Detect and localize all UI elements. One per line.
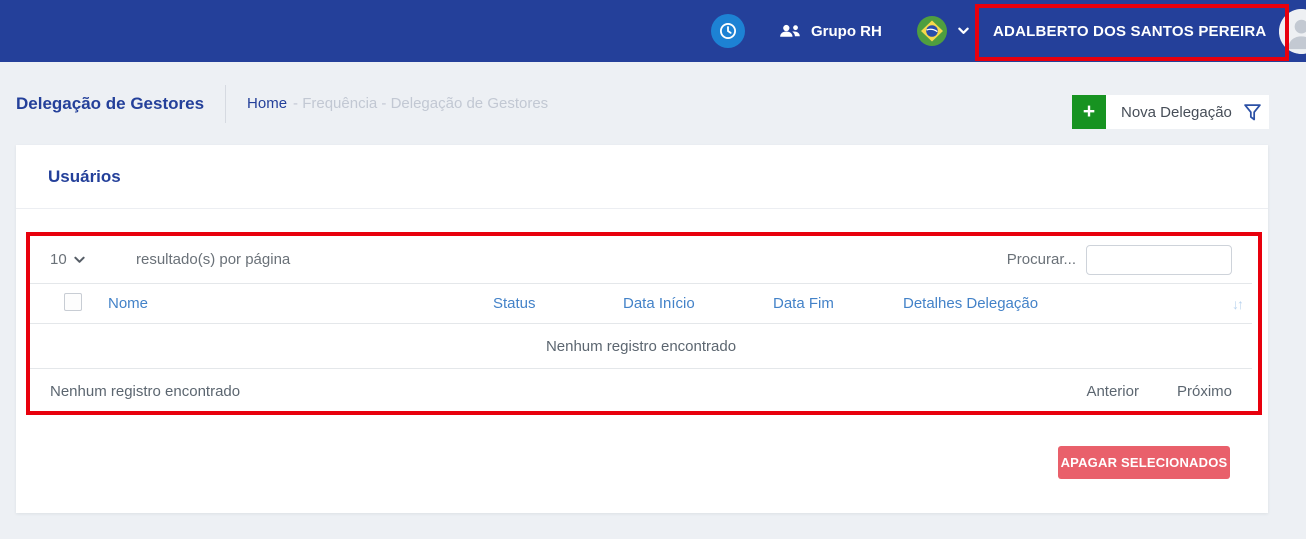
delegations-table: Nome Status Data Início Data Fim Detalhe… <box>30 283 1252 369</box>
column-header-nome[interactable]: Nome <box>100 284 485 324</box>
breadcrumb-divider <box>225 85 226 123</box>
brazil-flag-icon <box>917 16 947 46</box>
plus-icon: + <box>1072 95 1106 129</box>
table-footer-row: Nenhum registro encontrado Anterior Próx… <box>30 369 1252 413</box>
column-header-detalhes[interactable]: Detalhes Delegação <box>895 284 1155 324</box>
language-selector[interactable] <box>917 0 969 62</box>
table-header-row: Nome Status Data Início Data Fim Detalhe… <box>30 284 1252 324</box>
column-header-status[interactable]: Status <box>485 284 615 324</box>
select-chevron-icon <box>74 256 85 264</box>
person-icon <box>1279 9 1306 54</box>
delete-selected-button[interactable]: APAGAR SELECIONADOS <box>1058 446 1230 479</box>
sort-arrows-icon[interactable]: ↓↑ <box>1155 284 1252 324</box>
filter-button[interactable] <box>1235 95 1269 129</box>
chevron-down-icon <box>958 27 969 35</box>
new-delegation-label: Nova Delegação <box>1106 95 1247 129</box>
empty-state-message: Nenhum registro encontrado <box>30 324 1252 369</box>
clock-icon <box>718 21 738 41</box>
empty-state-row: Nenhum registro encontrado <box>30 324 1252 369</box>
search-label: Procurar... <box>1007 251 1076 268</box>
new-delegation-button[interactable]: + Nova Delegação <box>1072 95 1247 129</box>
page-size-label: resultado(s) por página <box>136 251 290 268</box>
app-screen: Grupo RH ADALBERTO DOS SANTOS PEREIRA De… <box>0 0 1306 539</box>
search-input[interactable] <box>1086 245 1232 275</box>
column-header-data-fim[interactable]: Data Fim <box>765 284 895 324</box>
breadcrumb-trail: - Frequência - Delegação de Gestores <box>293 95 548 112</box>
pagination-next[interactable]: Próximo <box>1177 383 1232 400</box>
users-group-icon <box>778 23 802 39</box>
page-title: Delegação de Gestores <box>16 94 204 114</box>
nav-group-menu[interactable]: Grupo RH <box>778 0 882 62</box>
user-menu[interactable]: ADALBERTO DOS SANTOS PEREIRA <box>993 0 1306 62</box>
table-controls-row: 10 resultado(s) por página Procurar... <box>30 236 1252 283</box>
nav-group-label: Grupo RH <box>811 23 882 40</box>
column-header-data-inicio[interactable]: Data Início <box>615 284 765 324</box>
users-card: Usuários 10 resultado(s) por página Proc… <box>16 145 1268 513</box>
delegations-table-area: 10 resultado(s) por página Procurar... <box>30 236 1252 413</box>
pagination-previous[interactable]: Anterior <box>1086 383 1139 400</box>
user-avatar[interactable] <box>1279 9 1306 54</box>
page-size-value: 10 <box>50 251 67 268</box>
filter-funnel-icon <box>1242 102 1263 123</box>
footer-status-text: Nenhum registro encontrado <box>50 383 240 400</box>
select-all-checkbox[interactable] <box>64 293 82 311</box>
user-name: ADALBERTO DOS SANTOS PEREIRA <box>993 23 1266 40</box>
card-title: Usuários <box>48 167 121 187</box>
card-header: Usuários <box>16 145 1268 209</box>
clock-button[interactable] <box>711 14 745 48</box>
breadcrumb-home-link[interactable]: Home <box>247 95 287 112</box>
page-size-select[interactable]: 10 <box>50 251 136 268</box>
top-navbar: Grupo RH ADALBERTO DOS SANTOS PEREIRA <box>0 0 1306 62</box>
